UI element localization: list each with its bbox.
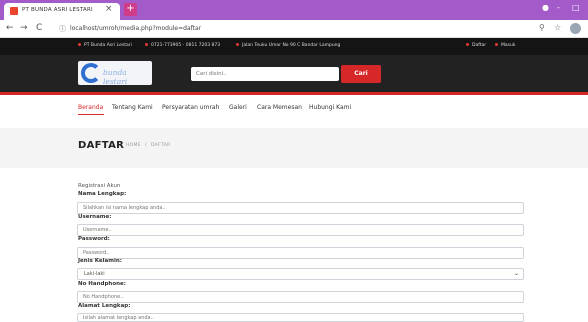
nav-item-tentang-kami[interactable]: Tentang Kami: [112, 104, 153, 111]
alamat-input[interactable]: [77, 313, 524, 322]
profile-avatar-icon[interactable]: [570, 23, 581, 34]
site-info-bar: PT Bunda Asri Lestari 0721-773905 - 0811…: [0, 38, 588, 55]
info-address: Jalan Teuku Umar No 90 C Bandar Lampung: [236, 43, 340, 48]
site-info-icon[interactable]: ⓘ: [59, 24, 66, 34]
info-company: PT Bunda Asri Lestari: [78, 43, 132, 48]
logo-text: bunda lestari: [103, 68, 128, 86]
window-restore-icon[interactable]: -: [557, 3, 560, 12]
nav-item-hubungi-kami[interactable]: Hubungi Kami: [309, 104, 351, 111]
page-title: DAFTAR: [78, 140, 125, 151]
password-input[interactable]: [77, 247, 524, 259]
nav-item-beranda[interactable]: Beranda: [78, 104, 103, 111]
form-caption: Registrasi Akun: [78, 183, 121, 189]
gender-label: Jenis Kelamin:: [78, 258, 122, 264]
browser-address-bar: ← → C ⓘ localhost/umroh/media.php?module…: [0, 20, 588, 38]
map-pin-icon: [236, 43, 239, 46]
browser-tab-bar: PT BUNDA ASRI LESTARI × + ● - □: [0, 0, 588, 20]
phone-icon: [145, 43, 148, 46]
nama-label: Nama Lengkap:: [78, 191, 127, 197]
nav-item-galeri[interactable]: Galeri: [229, 104, 247, 111]
info-phone: 0721-773905 - 0811 7203 873: [145, 43, 220, 48]
site-favicon-icon: [10, 7, 18, 15]
new-tab-button[interactable]: +: [124, 3, 137, 16]
reload-icon[interactable]: C: [36, 23, 42, 33]
location-icon: [78, 43, 81, 46]
browser-tab[interactable]: PT BUNDA ASRI LESTARI ×: [4, 3, 120, 20]
page-title-band: DAFTAR HOME / DAFTAR: [0, 128, 588, 168]
username-label: Username:: [78, 214, 112, 220]
nav-active-indicator: [78, 114, 104, 115]
logo-mark-icon: [81, 63, 101, 83]
tab-close-icon[interactable]: ×: [105, 4, 113, 14]
search-button[interactable]: Cari: [341, 65, 381, 83]
register-icon: [466, 43, 469, 46]
username-input[interactable]: [77, 224, 524, 236]
nama-input[interactable]: [77, 202, 524, 214]
register-link[interactable]: Daftar: [466, 43, 486, 48]
forward-arrow-icon[interactable]: →: [20, 23, 28, 33]
chevron-down-icon: ⌄: [513, 270, 519, 277]
breadcrumb-current: DAFTAR: [151, 143, 171, 148]
login-link[interactable]: Masuk: [495, 43, 515, 48]
breadcrumb-home[interactable]: HOME: [126, 143, 141, 148]
window-minimize-icon[interactable]: ●: [542, 3, 549, 12]
breadcrumb-separator: /: [145, 143, 147, 148]
back-arrow-icon[interactable]: ←: [6, 23, 14, 33]
alamat-label: Alamat Lengkap:: [78, 303, 131, 309]
gender-select[interactable]: Laki-laki ⌄: [77, 268, 524, 280]
window-close-icon[interactable]: □: [572, 3, 580, 12]
tab-title: PT BUNDA ASRI LESTARI: [22, 7, 93, 13]
nav-item-persyaratan-umrah[interactable]: Persyaratan umrah: [162, 104, 219, 111]
main-nav: Beranda Tentang Kami Persyaratan umrah G…: [0, 98, 588, 128]
login-icon: [495, 43, 498, 46]
url-input[interactable]: localhost/umroh/media.php?module=daftar: [70, 25, 201, 32]
nav-item-cara-memesan[interactable]: Cara Memesan: [257, 104, 302, 111]
zoom-icon[interactable]: ⚲: [539, 23, 545, 32]
gender-selected-value: Laki-laki: [84, 271, 105, 277]
password-label: Password:: [78, 236, 110, 242]
hp-label: No Handphone:: [78, 281, 126, 287]
bookmark-star-icon[interactable]: ☆: [554, 23, 561, 32]
search-input[interactable]: [191, 67, 339, 81]
hp-input[interactable]: [77, 291, 524, 303]
site-header: bunda lestari Cari: [0, 55, 588, 95]
site-logo[interactable]: bunda lestari: [78, 61, 152, 86]
